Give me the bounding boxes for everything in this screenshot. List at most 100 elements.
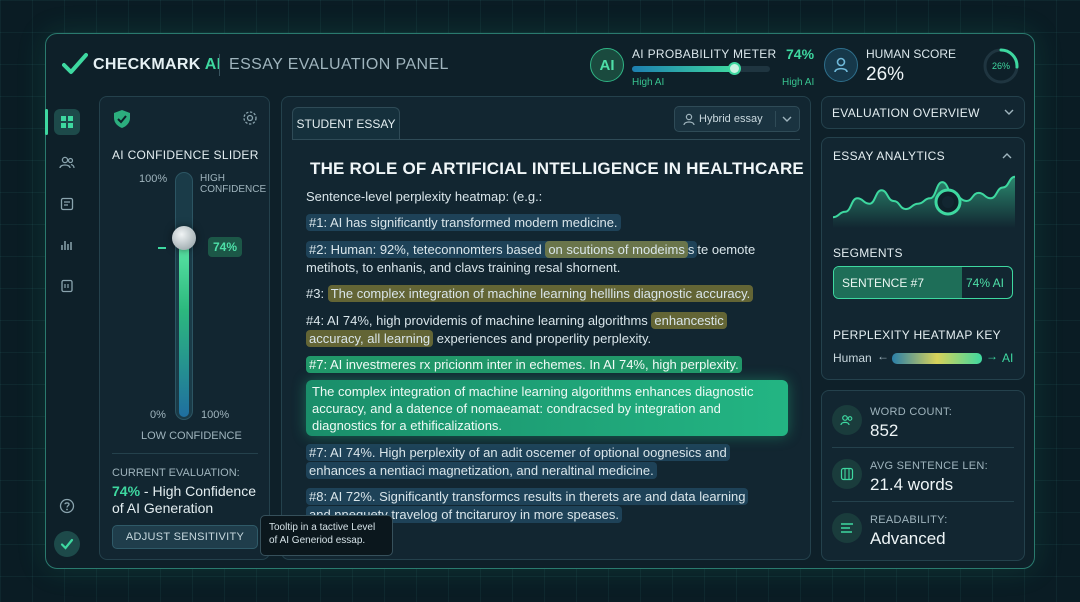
dropdown-value: Hybrid essay	[699, 113, 763, 125]
header: CHECKMARK AI ESSAY EVALUATION PANEL AI A…	[46, 34, 1034, 96]
dropdown-divider	[775, 111, 776, 127]
evaluation-overview-dropdown[interactable]: EVALUATION OVERVIEW	[821, 96, 1025, 129]
highlighted-line-1: The complex integration of machine learn…	[312, 384, 754, 399]
essay-stats-panel: WORD COUNT: 852 AVG SENTENCE LEN: 21.4 w…	[821, 390, 1025, 561]
confidence-slider-fill	[179, 239, 189, 417]
human-score-label: HUMAN SCORE	[866, 47, 957, 61]
slider-value-tag: 74%	[208, 237, 243, 257]
slider-bottom-left: 0%	[150, 409, 166, 421]
readability-value: Advanced	[870, 529, 946, 548]
check-icon[interactable]	[54, 531, 80, 557]
avg-sentence-value: 21.4 words	[870, 475, 954, 494]
users-icon[interactable]	[54, 150, 80, 176]
app-window: CHECKMARK AI ESSAY EVALUATION PANEL AI A…	[45, 33, 1035, 569]
brand-name: CHECKMARK AI	[93, 56, 222, 73]
word-count-label: WORD COUNT:	[870, 406, 953, 418]
stats-divider	[832, 501, 1014, 502]
chart-marker-center	[942, 196, 954, 208]
shield-icon	[112, 109, 132, 134]
sidebar	[45, 97, 88, 567]
slider-bottom-right: 100%	[201, 409, 230, 421]
heatmap-key-human: Human	[833, 351, 872, 365]
chevron-up-icon[interactable]	[1002, 152, 1012, 159]
sentence-7[interactable]: #8: AI 72%. Significantly transformcs re…	[306, 488, 749, 506]
essay-intro: Sentence-level perplexity heatmap: (e.g.…	[306, 189, 543, 204]
checkmark-logo-icon	[62, 53, 88, 74]
current-eval-text: 74% - High Confidence of AI Generation	[112, 483, 256, 516]
dashboard-icon[interactable]	[54, 109, 80, 135]
highlighted-line-3: diagnostics for a ethificalizations.	[312, 418, 503, 433]
confidence-title: AI CONFIDENCE SLIDER	[112, 148, 259, 162]
ai-meter-label: AI PROBABILITY METER	[632, 47, 777, 61]
chevron-down-icon	[1004, 109, 1014, 115]
analytics-area-chart	[833, 175, 1015, 228]
stats-divider	[832, 447, 1014, 448]
ai-meter-fill	[632, 66, 735, 72]
heatmap-gradient-bar	[892, 353, 982, 364]
confidence-slider-track[interactable]	[175, 172, 193, 420]
essay-panel: STUDENT ESSAY Hybrid essay THE ROLE OF A…	[281, 96, 811, 560]
human-score-value: 26%	[866, 64, 905, 85]
sentence-2[interactable]: #2: Human: 92%, teteconnomters based on …	[306, 241, 755, 259]
divider	[112, 453, 258, 454]
essay-analytics-panel: ESSAY ANALYTICS SEGMENTS SENTENCE #7 74%…	[821, 137, 1025, 380]
ai-badge: AI	[590, 48, 624, 82]
readability-label: READABILITY:	[870, 514, 948, 526]
ai-meter-left-label: High AI	[632, 77, 665, 88]
sentence-4-cont: accuracy, all learning experiences and p…	[306, 330, 651, 348]
tab-student-essay[interactable]: STUDENT ESSAY	[292, 107, 400, 139]
ai-meter-value: 74%	[786, 46, 815, 62]
overview-title: EVALUATION OVERVIEW	[832, 105, 980, 120]
text-lines-icon	[832, 513, 862, 543]
document-icon[interactable]	[54, 191, 80, 217]
sentence-5[interactable]: #7: AI investmeres rx pricionm inter in …	[306, 356, 742, 374]
users-icon	[832, 405, 862, 435]
arrow-right-icon: →	[986, 349, 998, 363]
segment-value: 74% AI	[965, 276, 1004, 290]
ai-meter-knob[interactable]	[728, 62, 742, 75]
low-confidence-label: LOW CONFIDENCE	[141, 430, 242, 442]
segment-label: SENTENCE #7	[842, 276, 925, 290]
current-eval-label: CURRENT EVALUATION:	[112, 467, 240, 479]
essay-title: THE ROLE OF ARTIFICIAL INTELLIGENCE IN H…	[310, 159, 804, 178]
highlighted-block[interactable]: The complex integration of machine learn…	[306, 380, 788, 436]
user-icon	[683, 113, 695, 126]
highlighted-line-2: accuracy, and a datence of nomaeamat: co…	[312, 401, 721, 416]
chart-area	[833, 176, 1015, 228]
confidence-panel: AI CONFIDENCE SLIDER 100% HIGH CONFIDENC…	[99, 96, 270, 560]
report-icon[interactable]	[54, 273, 80, 299]
heatmap-key-ai: AI	[1002, 351, 1014, 365]
slider-tick	[158, 247, 166, 249]
adjust-sensitivity-button[interactable]: ADJUST SENSITIVITY	[112, 525, 258, 549]
human-ring-text: 26%	[992, 61, 1010, 71]
arrow-left-icon: ←	[877, 349, 889, 363]
segments-title: SEGMENTS	[833, 246, 903, 260]
sidebar-active-indicator	[45, 109, 48, 135]
analytics-title: ESSAY ANALYTICS	[833, 149, 945, 163]
essay-type-dropdown[interactable]: Hybrid essay	[674, 106, 800, 132]
gear-icon[interactable]	[242, 110, 258, 131]
ai-meter-right-label: High AI	[782, 77, 815, 88]
slider-top-label: 100%	[139, 173, 168, 185]
sentence-3[interactable]: #3: The complex integration of machine l…	[306, 285, 754, 303]
segment-item[interactable]: SENTENCE #7 74% AI	[833, 266, 1013, 299]
sentence-6[interactable]: #7: AI 74%. High perplexity of an adit o…	[306, 444, 730, 462]
word-count-value: 852	[870, 421, 899, 440]
high-label-1: HIGH	[200, 173, 225, 184]
user-icon	[824, 48, 858, 82]
high-label-2: CONFIDENCE	[200, 184, 267, 195]
chart-icon[interactable]	[54, 232, 80, 258]
tab-underline	[292, 139, 800, 140]
ai-meter-track	[632, 62, 770, 75]
human-score-ring: 26%	[983, 48, 1019, 84]
sentence-6-cont: enhances a nentiaci magnetization, and n…	[306, 462, 657, 480]
page-title: ESSAY EVALUATION PANEL	[229, 56, 449, 73]
avg-sentence-label: AVG SENTENCE LEN:	[870, 460, 988, 472]
sentence-1[interactable]: #1: AI has significantly transformed mod…	[306, 214, 621, 232]
header-divider	[219, 54, 220, 76]
help-icon[interactable]	[54, 493, 80, 519]
sentence-2-cont: metihots, to enhanis, and clavs training…	[306, 260, 621, 275]
chevron-down-icon	[782, 116, 792, 122]
sentence-4[interactable]: #4: AI 74%, high providemis of machine l…	[306, 312, 727, 330]
heatmap-key-title: PERPLEXITY HEATMAP KEY	[833, 328, 1001, 342]
